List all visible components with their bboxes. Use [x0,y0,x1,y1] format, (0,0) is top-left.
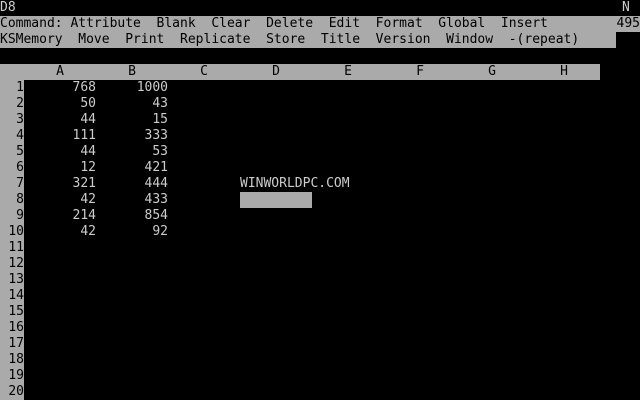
cell-a5[interactable]: 44 [24,144,96,160]
row-header[interactable]: 15 [0,304,24,320]
column-header-a[interactable]: A [24,64,96,80]
cell-a4[interactable]: 111 [24,128,96,144]
cell-b2[interactable]: 43 [96,96,168,112]
column-header-f[interactable]: F [384,64,456,80]
command-menu-line-2[interactable]: KSMemory Move Print Replicate Store Titl… [0,32,579,48]
cell-b4[interactable]: 333 [96,128,168,144]
cell-a3[interactable]: 44 [24,112,96,128]
command-menu-line-1[interactable]: Command: Attribute Blank Clear Delete Ed… [0,16,548,32]
cell-b7[interactable]: 444 [96,176,168,192]
row-header[interactable]: 18 [0,352,24,368]
row-header[interactable]: 9 [0,208,24,224]
cell-b9[interactable]: 854 [96,208,168,224]
row-header[interactable]: 10 [0,224,24,240]
cell-a6[interactable]: 12 [24,160,96,176]
current-cell-reference: D8 [0,0,16,15]
cell-d7-label[interactable]: WINWORLDPC.COM [240,176,350,192]
cell-cursor-d8[interactable] [240,192,312,208]
row-header[interactable]: 14 [0,288,24,304]
cell-b1[interactable]: 1000 [96,80,168,96]
column-header-b[interactable]: B [96,64,168,80]
cell-b8[interactable]: 433 [96,192,168,208]
row-header[interactable]: 6 [0,160,24,176]
row-header[interactable]: 5 [0,144,24,160]
row-header[interactable]: 8 [0,192,24,208]
row-header[interactable]: 17 [0,336,24,352]
cell-b5[interactable]: 53 [96,144,168,160]
row-header-bar: 1 2 3 4 5 6 7 8 9 10 11 12 13 14 15 16 1… [0,80,24,400]
column-header-h[interactable]: H [528,64,600,80]
cell-a2[interactable]: 50 [24,96,96,112]
column-header-c[interactable]: C [168,64,240,80]
command-menu: Command: Attribute Blank Clear Delete Ed… [0,16,616,48]
column-header-e[interactable]: E [312,64,384,80]
row-header[interactable]: 7 [0,176,24,192]
column-header-d[interactable]: D [240,64,312,80]
row-header[interactable]: 2 [0,96,24,112]
column-header-bar: A B C D E F G H [0,64,600,80]
row-header[interactable]: 20 [0,384,24,400]
mode-indicator: N [622,0,630,15]
row-header[interactable]: 12 [0,256,24,272]
cell-a7[interactable]: 321 [24,176,96,192]
cell-a10[interactable]: 42 [24,224,96,240]
row-header[interactable]: 13 [0,272,24,288]
row-header[interactable]: 1 [0,80,24,96]
cell-b6[interactable]: 421 [96,160,168,176]
row-header[interactable]: 16 [0,320,24,336]
cell-b10[interactable]: 92 [96,224,168,240]
cell-a1[interactable]: 768 [24,80,96,96]
cell-b3[interactable]: 15 [96,112,168,128]
row-header[interactable]: 11 [0,240,24,256]
row-header[interactable]: 19 [0,368,24,384]
row-header[interactable]: 4 [0,128,24,144]
row-header[interactable]: 3 [0,112,24,128]
cell-a9[interactable]: 214 [24,208,96,224]
memory-indicator: 495 [616,16,640,32]
cell-a8[interactable]: 42 [24,192,96,208]
column-header-g[interactable]: G [456,64,528,80]
